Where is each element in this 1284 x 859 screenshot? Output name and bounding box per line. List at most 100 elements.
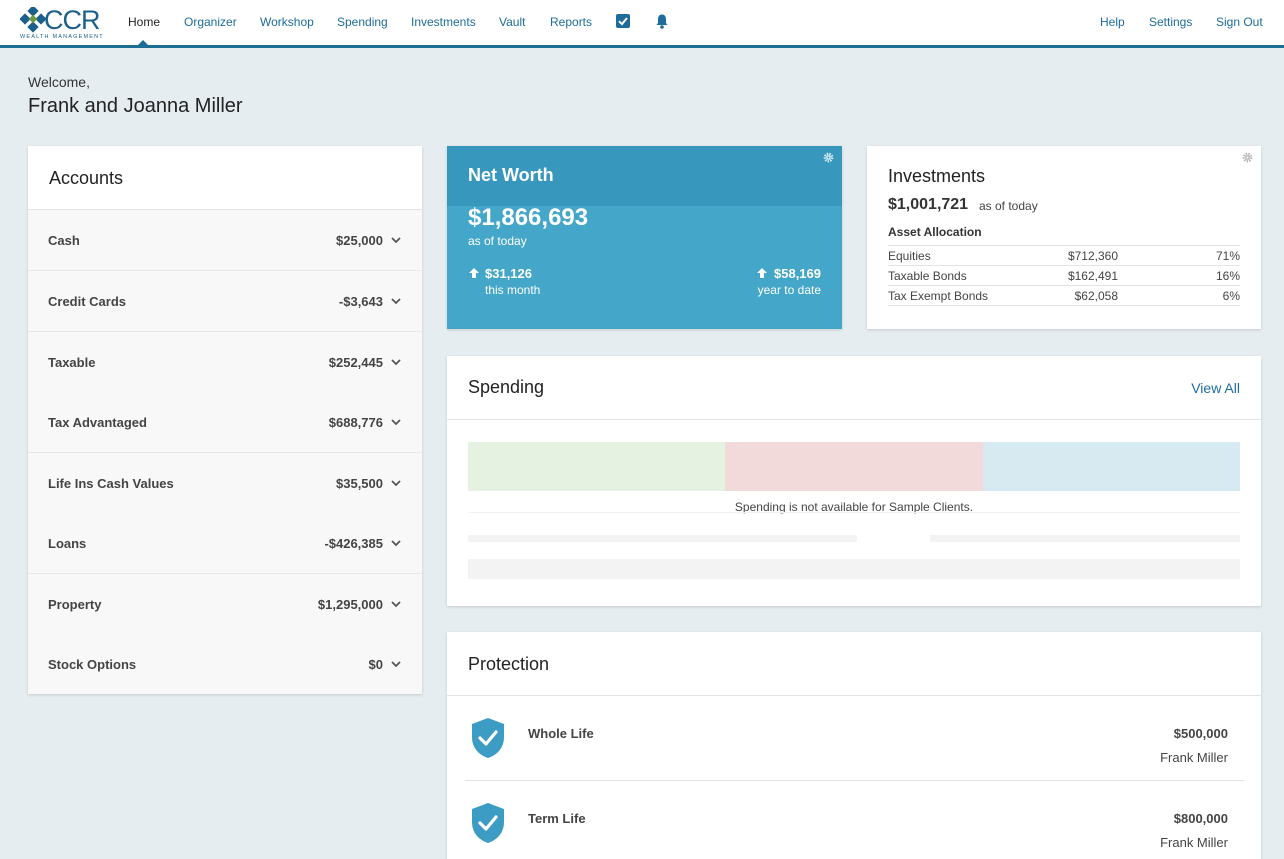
net-worth-amount: $1,866,693	[468, 204, 589, 231]
chevron-down-icon[interactable]	[390, 598, 402, 610]
account-label: Life Ins Cash Values	[48, 476, 174, 491]
account-row-life-ins-cash-values[interactable]: Life Ins Cash Values $35,500	[28, 453, 422, 514]
top-navigation-bar: CCR WEALTH MANAGEMENT Home Organizer Wor…	[0, 0, 1284, 48]
table-row: Tax Exempt Bonds $62,058 6%	[888, 285, 1240, 306]
account-value: -$3,643	[338, 294, 383, 309]
checkbox-icon[interactable]	[615, 13, 631, 29]
asset-allocation-table: Equities $712,360 71% Taxable Bonds $162…	[888, 245, 1240, 306]
account-row-credit-cards[interactable]: Credit Cards -$3,643	[28, 271, 422, 332]
accounts-card: Accounts Cash $25,000 Credit Cards -$3,6…	[28, 146, 422, 694]
accounts-title: Accounts	[49, 168, 124, 188]
protection-card: Protection Whole Life $500,000 Frank Mil…	[447, 632, 1261, 859]
policy-amount: $800,000	[1173, 811, 1228, 826]
allocation-name: Equities	[888, 245, 1038, 266]
account-label: Taxable	[48, 355, 96, 370]
allocation-percent: 16%	[1118, 265, 1240, 286]
nav-workshop[interactable]: Workshop	[260, 15, 314, 29]
account-row-stock-options[interactable]: Stock Options $0	[28, 634, 422, 694]
account-row-cash[interactable]: Cash $25,000	[28, 210, 422, 271]
nav-spending[interactable]: Spending	[337, 15, 388, 29]
spending-placeholder-block	[468, 559, 1240, 579]
logo-mark-icon	[20, 7, 46, 33]
gear-icon[interactable]	[823, 152, 834, 163]
shield-check-icon	[472, 718, 504, 758]
spending-header: Spending View All	[447, 356, 1261, 420]
account-value: $252,445	[328, 355, 383, 370]
net-worth-month-label: this month	[485, 283, 541, 297]
arrow-up-icon	[757, 268, 767, 278]
chevron-down-icon[interactable]	[390, 356, 402, 368]
nav-investments[interactable]: Investments	[411, 15, 476, 29]
account-value: $688,776	[328, 415, 383, 430]
account-label: Credit Cards	[48, 294, 127, 309]
allocation-value: $162,491	[1038, 265, 1118, 286]
active-nav-indicator	[137, 40, 149, 46]
arrow-up-icon	[469, 268, 479, 278]
account-value: -$426,385	[324, 536, 383, 551]
policy-owner: Frank Miller	[1160, 835, 1228, 850]
welcome-greeting: Welcome,	[28, 74, 90, 90]
gear-icon[interactable]	[1242, 152, 1253, 163]
logo-tagline: WEALTH MANAGEMENT	[20, 34, 104, 40]
policy-amount: $500,000	[1173, 726, 1228, 741]
account-value: $1,295,000	[317, 597, 383, 612]
ccr-logo[interactable]: CCR WEALTH MANAGEMENT	[20, 5, 106, 41]
allocation-percent: 6%	[1118, 285, 1240, 306]
bell-icon[interactable]	[654, 13, 670, 29]
account-label: Cash	[48, 233, 80, 248]
protection-header: Protection	[447, 632, 1261, 696]
nav-sign-out[interactable]: Sign Out	[1216, 15, 1263, 29]
spending-placeholder-bar-blue	[983, 442, 1240, 491]
investments-as-of: as of today	[979, 199, 1038, 213]
logo-text: CCR	[44, 5, 100, 35]
table-row: Taxable Bonds $162,491 16%	[888, 265, 1240, 286]
view-all-link[interactable]: View All	[1191, 380, 1240, 396]
policy-name: Term Life	[528, 811, 586, 826]
nav-settings[interactable]: Settings	[1149, 15, 1192, 29]
allocation-name: Tax Exempt Bonds	[888, 285, 1038, 306]
protection-title: Protection	[468, 654, 550, 674]
shield-check-icon	[472, 803, 504, 843]
policy-owner: Frank Miller	[1160, 750, 1228, 765]
protection-divider	[465, 780, 1244, 781]
protection-item-term-life[interactable]: Term Life $800,000 Frank Miller	[465, 801, 1244, 859]
nav-home[interactable]: Home	[128, 15, 160, 29]
allocation-percent: 71%	[1118, 245, 1240, 266]
spending-placeholder-line	[468, 535, 857, 542]
account-row-tax-advantaged[interactable]: Tax Advantaged $688,776	[28, 392, 422, 453]
spending-title: Spending	[468, 377, 545, 397]
nav-organizer[interactable]: Organizer	[184, 15, 237, 29]
net-worth-ytd-label: year to date	[757, 283, 821, 297]
nav-vault[interactable]: Vault	[499, 15, 525, 29]
account-value: $25,000	[336, 233, 383, 248]
chevron-down-icon[interactable]	[390, 477, 402, 489]
net-worth-card[interactable]: Net Worth $1,866,693 as of today $31,126…	[447, 146, 842, 329]
account-value: $35,500	[336, 476, 383, 491]
spending-placeholder-bar-red	[725, 442, 983, 491]
chevron-down-icon[interactable]	[390, 537, 402, 549]
nav-help[interactable]: Help	[1100, 15, 1125, 29]
account-row-property[interactable]: Property $1,295,000	[28, 574, 422, 635]
account-label: Stock Options	[48, 657, 137, 672]
account-label: Property	[48, 597, 102, 612]
nav-reports[interactable]: Reports	[550, 15, 592, 29]
table-row: Equities $712,360 71%	[888, 245, 1240, 266]
client-name: Frank and Joanna Miller	[28, 95, 243, 117]
chevron-down-icon[interactable]	[390, 416, 402, 428]
chevron-down-icon[interactable]	[390, 658, 402, 670]
spending-placeholder-line	[930, 535, 1240, 542]
net-worth-month-change: $31,126	[485, 266, 532, 281]
investments-amount: $1,001,721	[888, 196, 969, 213]
net-worth-ytd-change: $58,169	[774, 266, 821, 281]
account-value: $0	[368, 657, 383, 672]
investments-title: Investments	[888, 166, 986, 186]
spending-card: Spending View All Spending is not availa…	[447, 356, 1261, 606]
protection-item-whole-life[interactable]: Whole Life $500,000 Frank Miller	[465, 716, 1244, 801]
net-worth-as-of: as of today	[468, 234, 527, 248]
account-row-taxable[interactable]: Taxable $252,445	[28, 332, 422, 393]
account-row-loans[interactable]: Loans -$426,385	[28, 513, 422, 574]
allocation-value: $62,058	[1038, 285, 1118, 306]
chevron-down-icon[interactable]	[390, 234, 402, 246]
chevron-down-icon[interactable]	[390, 295, 402, 307]
investments-card[interactable]: Investments $1,001,721 as of today Asset…	[867, 146, 1261, 329]
